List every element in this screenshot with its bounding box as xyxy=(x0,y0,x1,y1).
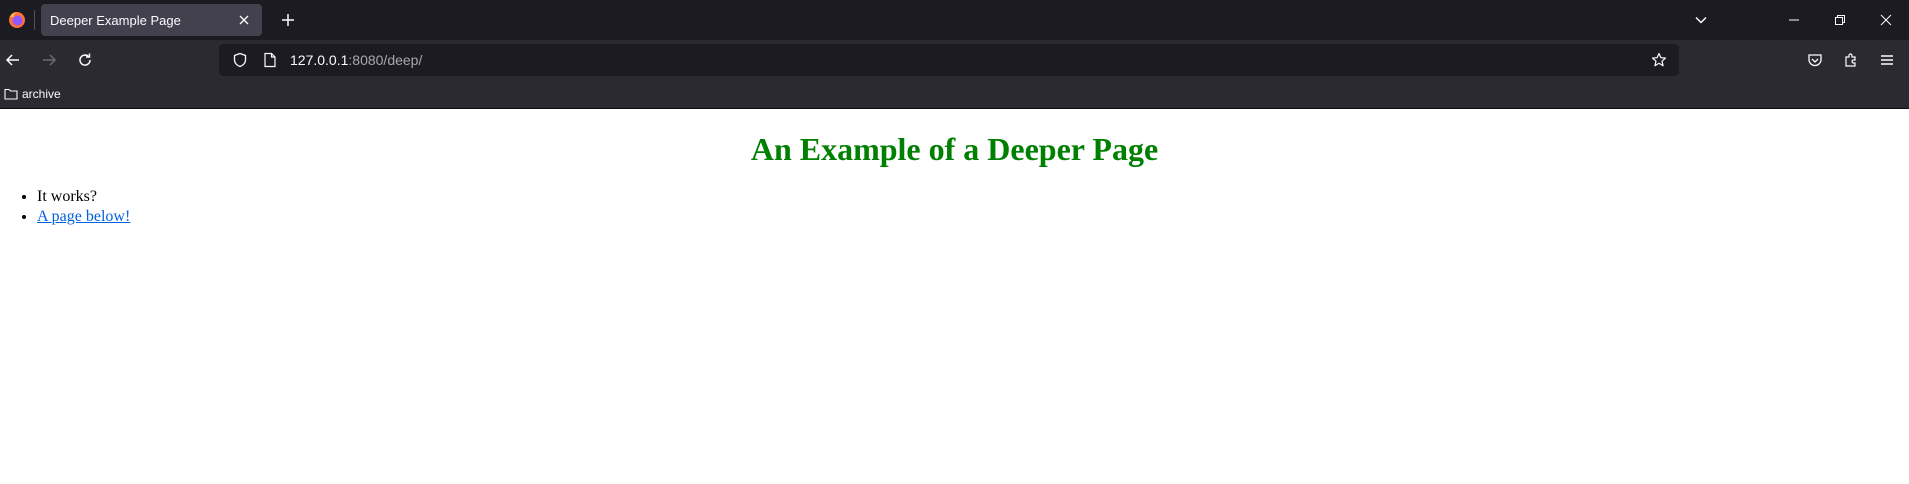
page-title: An Example of a Deeper Page xyxy=(750,131,1159,167)
page-icon[interactable] xyxy=(258,44,282,76)
pocket-icon xyxy=(1808,54,1822,67)
minimize-button[interactable] xyxy=(1771,0,1817,40)
hamburger-menu-icon xyxy=(1881,55,1893,65)
restore-icon xyxy=(1835,15,1845,25)
tab-title: Deeper Example Page xyxy=(50,12,181,28)
close-icon[interactable] xyxy=(232,8,256,32)
page-below-link[interactable]: A page below! xyxy=(37,208,130,225)
tab-separator xyxy=(34,10,35,30)
chevron-down-icon xyxy=(1695,16,1707,24)
arrow-left-icon xyxy=(5,54,19,66)
tab-strip: Deeper Example Page xyxy=(0,0,1909,40)
plus-icon xyxy=(282,14,294,26)
puzzle-icon xyxy=(1845,53,1856,67)
close-window-button[interactable] xyxy=(1863,0,1909,40)
menu-button[interactable] xyxy=(1871,44,1903,76)
arrow-right-icon xyxy=(43,54,57,66)
shield-icon[interactable] xyxy=(226,44,254,76)
close-icon xyxy=(1880,14,1892,26)
reload-button[interactable] xyxy=(69,44,101,76)
extensions-button[interactable] xyxy=(1835,44,1867,76)
forward-button[interactable] xyxy=(33,44,65,76)
url-host: 127.0.0.1 xyxy=(290,52,349,68)
minimize-icon xyxy=(1789,19,1799,21)
list-item: A page below! xyxy=(37,207,1909,227)
window-controls xyxy=(1681,0,1909,40)
folder-icon xyxy=(4,88,18,100)
page-list: It works? A page below! xyxy=(0,187,1909,227)
bookmarks-toolbar: archive xyxy=(0,80,1909,109)
list-all-tabs-button[interactable] xyxy=(1681,0,1721,40)
toolbar-right xyxy=(1795,44,1903,76)
bookmark-star-icon[interactable] xyxy=(1645,44,1673,76)
url-path: :8080/deep/ xyxy=(348,52,423,68)
url-text[interactable]: 127.0.0.1:8080/deep/ xyxy=(290,52,422,68)
firefox-icon[interactable] xyxy=(0,0,34,40)
back-button[interactable] xyxy=(0,44,29,76)
address-bar[interactable]: 127.0.0.1:8080/deep/ xyxy=(219,44,1679,76)
reload-icon xyxy=(79,53,91,66)
navigation-toolbar: 127.0.0.1:8080/deep/ xyxy=(0,40,1909,80)
pocket-button[interactable] xyxy=(1799,44,1831,76)
new-tab-button[interactable] xyxy=(272,4,304,36)
list-item: It works? xyxy=(37,187,1909,207)
bookmark-folder-archive[interactable]: archive xyxy=(2,83,63,105)
bookmark-label: archive xyxy=(22,87,61,101)
restore-button[interactable] xyxy=(1817,0,1863,40)
tab-deeper-example[interactable]: Deeper Example Page xyxy=(41,4,262,36)
page-content: An Example of a Deeper Page It works? A … xyxy=(0,109,1909,484)
